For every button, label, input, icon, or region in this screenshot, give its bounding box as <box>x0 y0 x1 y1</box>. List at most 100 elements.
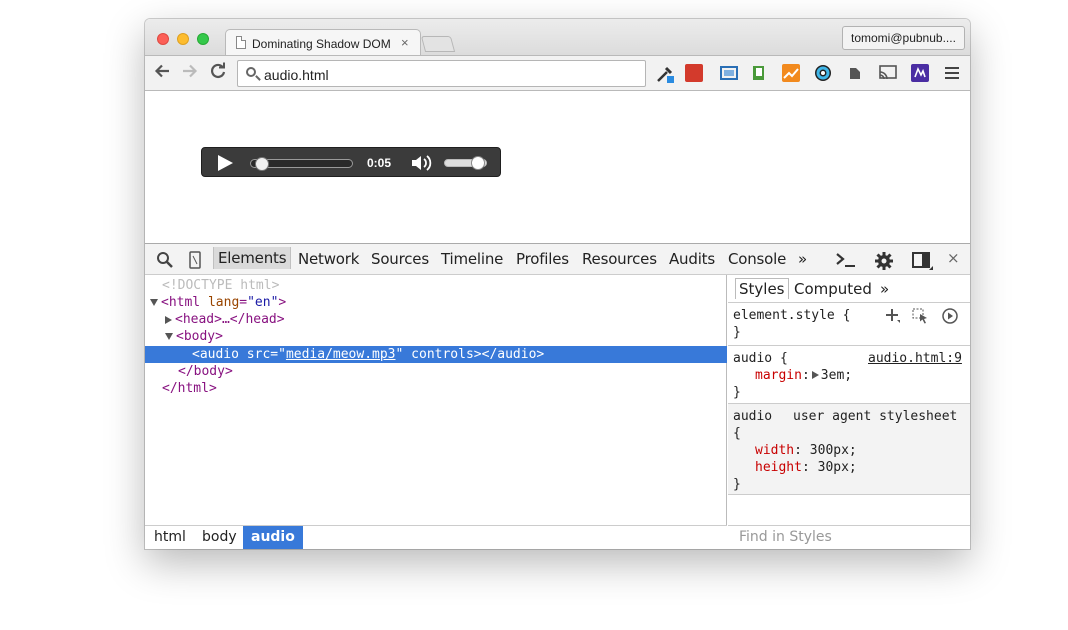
new-tab-button[interactable] <box>420 36 456 52</box>
audio-rule-selector[interactable]: audio { <box>733 350 788 367</box>
expand-shorthand-icon[interactable] <box>811 371 819 379</box>
profile-button[interactable]: tomomi@pubnub.... <box>842 26 965 50</box>
address-bar[interactable]: audio.html <box>237 60 646 87</box>
back-icon[interactable] <box>152 62 172 85</box>
rule-close-brace: } <box>733 325 741 340</box>
inspect-search-icon[interactable] <box>156 251 174 274</box>
new-style-rule-icon[interactable] <box>885 308 901 328</box>
body-close-tag: </body> <box>178 364 233 379</box>
browser-toolbar: audio.html <box>145 55 970 91</box>
breadcrumb-body[interactable]: body <box>194 526 245 549</box>
browser-window: Dominating Shadow DOM × tomomi@pubnub...… <box>145 19 970 549</box>
page-content: 0:05 <box>145 91 970 243</box>
body-tag: <body> <box>176 329 223 344</box>
browser-tab[interactable]: Dominating Shadow DOM × <box>225 29 421 56</box>
tab-elements[interactable]: Elements <box>213 247 292 269</box>
audio-controls-attr: controls <box>411 347 474 362</box>
tab-sources[interactable]: Sources <box>371 250 429 268</box>
color-wheel-extension-icon[interactable] <box>814 64 832 82</box>
audio-rule-source-link[interactable]: audio.html:9 <box>868 350 962 367</box>
console-drawer-icon[interactable] <box>835 251 857 274</box>
audio-player[interactable]: 0:05 <box>201 147 501 177</box>
margin-property: margin <box>755 368 802 383</box>
seek-thumb[interactable] <box>255 157 269 171</box>
minimize-window-button[interactable] <box>177 33 189 45</box>
height-declaration: height: 30px; <box>755 460 857 475</box>
settings-gear-icon[interactable] <box>874 251 894 276</box>
tab-console[interactable]: Console <box>728 250 786 268</box>
breadcrumb: html body audio <box>145 525 727 549</box>
height-property: height <box>755 460 802 475</box>
dom-node-body-close[interactable]: </body> <box>145 363 727 380</box>
volume-icon[interactable] <box>410 154 432 177</box>
dom-node-audio[interactable]: <audio src="media/meow.mp3" controls></a… <box>145 346 727 363</box>
dom-node-head[interactable]: <head>…</head> <box>145 311 727 328</box>
element-style-rule: element.style { } <box>728 304 970 346</box>
evernote-clipper-icon[interactable] <box>750 64 768 82</box>
device-mode-icon[interactable] <box>189 251 201 274</box>
tab-close-icon[interactable]: × <box>401 35 409 50</box>
dom-node-html-close[interactable]: </html> <box>145 380 727 397</box>
find-in-styles-input[interactable]: Find in Styles <box>728 525 970 549</box>
html-tag-end: > <box>278 295 287 310</box>
play-icon[interactable] <box>218 155 233 171</box>
dom-node-html[interactable]: <html lang="en"> <box>145 294 727 311</box>
tab-network[interactable]: Network <box>298 250 359 268</box>
animation-play-icon[interactable] <box>942 308 958 328</box>
bookmark-extension-icon[interactable] <box>685 64 703 82</box>
breadcrumb-html[interactable]: html <box>146 526 194 549</box>
rule-close-brace: } <box>733 385 741 400</box>
expand-triangle-icon[interactable] <box>165 333 173 340</box>
audio-attr-equals: =" <box>270 347 286 362</box>
url-text: audio.html <box>264 67 329 83</box>
tab-computed[interactable]: Computed <box>794 280 872 298</box>
audio-src-link[interactable]: media/meow.mp3 <box>286 347 396 362</box>
volume-thumb[interactable] <box>471 156 485 170</box>
page-icon <box>236 36 246 49</box>
chrome-menu-icon[interactable] <box>945 67 959 82</box>
close-window-button[interactable] <box>157 33 169 45</box>
tabs-overflow-icon[interactable]: » <box>798 250 807 268</box>
tab-timeline[interactable]: Timeline <box>441 250 503 268</box>
element-style-selector[interactable]: element.style { <box>733 307 850 324</box>
seek-slider[interactable] <box>250 157 353 171</box>
elements-tree: <!DOCTYPE html> <html lang="en"> <head>…… <box>145 275 727 549</box>
collapse-triangle-icon[interactable] <box>165 315 172 324</box>
styles-sidebar: Styles Computed » element.style { } audi… <box>728 275 970 549</box>
purple-extension-icon[interactable] <box>911 64 929 82</box>
tab-styles[interactable]: Styles <box>735 278 789 299</box>
doctype-text: <!DOCTYPE html> <box>162 278 280 293</box>
evernote-icon[interactable] <box>846 64 864 82</box>
close-devtools-icon[interactable]: × <box>947 249 960 267</box>
html-close-tag: </html> <box>162 381 217 396</box>
audio-tag: <audio <box>192 347 239 362</box>
tab-audits[interactable]: Audits <box>669 250 715 268</box>
breadcrumb-audio[interactable]: audio <box>243 526 303 549</box>
tab-resources[interactable]: Resources <box>582 250 657 268</box>
reload-icon[interactable] <box>208 62 228 85</box>
tab-title: Dominating Shadow DOM <box>252 37 391 51</box>
analytics-extension-icon[interactable] <box>782 64 800 82</box>
margin-declaration[interactable]: margin: 3em; <box>755 367 852 384</box>
ua-rule-selector: audio <box>733 409 773 424</box>
user-agent-style-rule: audio user agent stylesheet { width: 300… <box>728 404 970 495</box>
volume-slider[interactable] <box>444 156 487 170</box>
search-icon <box>246 67 256 77</box>
margin-value: 3em; <box>820 368 853 383</box>
forward-icon[interactable] <box>180 62 200 85</box>
expand-triangle-icon[interactable] <box>150 299 158 306</box>
screenshot-extension-icon[interactable] <box>719 64 738 82</box>
styles-overflow-icon[interactable]: » <box>880 280 889 298</box>
element-state-icon[interactable] <box>912 308 930 328</box>
ua-rule-source: user agent stylesheet <box>793 409 958 424</box>
html-attr-value: "en" <box>247 295 279 310</box>
dock-side-icon[interactable] <box>912 251 934 276</box>
cast-icon[interactable] <box>878 64 897 82</box>
dom-node-body[interactable]: <body> <box>145 328 727 345</box>
dom-node-doctype[interactable]: <!DOCTYPE html> <box>145 277 727 294</box>
eyedropper-extension-icon[interactable] <box>655 64 674 83</box>
audio-src-attr: src <box>246 347 271 362</box>
zoom-window-button[interactable] <box>197 33 209 45</box>
audio-style-rule: audio { audio.html:9 margin: 3em; } <box>728 346 970 404</box>
tab-profiles[interactable]: Profiles <box>516 250 569 268</box>
